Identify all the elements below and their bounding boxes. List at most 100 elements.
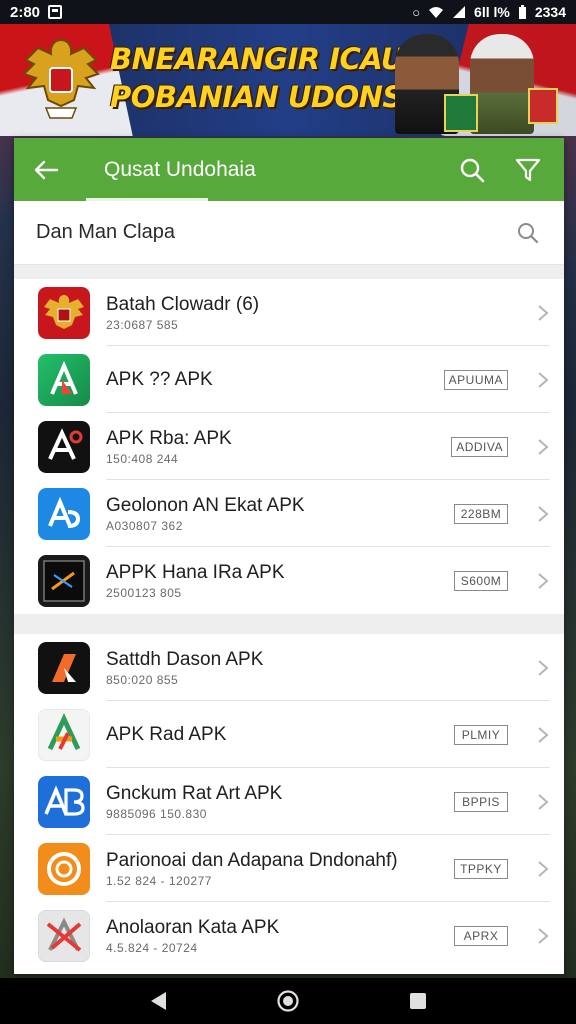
app-list-item[interactable]: APK Rad APK PLMIY <box>14 701 564 768</box>
app-list-item[interactable]: Parionoai dan Adapana Dndonahf) 1.52 824 … <box>14 835 564 902</box>
status-bar: 2:80 ○ 6ll l% 2334 <box>0 0 576 24</box>
blue-a-icon <box>38 487 90 540</box>
search-icon[interactable] <box>514 219 542 247</box>
app-list-item[interactable]: APPK Hana IRa APK 2500123 805 S600M <box>14 547 564 614</box>
app-list: Sattdh Dason APK 850:020 855 APK Rad APK PL… <box>14 634 564 969</box>
sd-card-icon <box>48 5 63 19</box>
app-list-item-text: Parionoai dan Adapana Dndonahf) 1.52 824 … <box>90 850 454 888</box>
dark-square-icon <box>38 554 90 607</box>
search-icon <box>460 158 485 182</box>
app-name: APK Rba: APK <box>106 427 232 449</box>
chevron-right-icon <box>528 371 558 389</box>
nav-recents-button[interactable] <box>398 981 438 1021</box>
app-panel: Qusat Undohaia Dan Man Clapa Batah Clowa… <box>14 138 564 974</box>
search-bar[interactable]: Dan Man Clapa <box>14 201 564 265</box>
nav-back-button[interactable] <box>138 981 178 1021</box>
signal-icon <box>453 6 466 18</box>
nav-home-button[interactable] <box>268 981 308 1021</box>
app-name: Batah Clowadr (6) <box>106 293 260 315</box>
app-list-item-text: APK Rba: APK 150:408 244 <box>90 428 451 466</box>
app-list-item-text: Geolonon AN Ekat APK A030807 362 <box>90 495 454 533</box>
app-name: APK Rad APK <box>106 723 227 745</box>
app-list-item-text: Batah Clowadr (6) 23:0687 585 <box>90 294 528 332</box>
app-tag-badge: TPPKY <box>454 858 508 879</box>
app-tag-badge: 228BM <box>454 503 508 524</box>
app-list: Batah Clowadr (6) 23:0687 585 APK ?? APK AP… <box>14 279 564 614</box>
app-list-item[interactable]: Sattdh Dason APK 850:020 855 <box>14 634 564 701</box>
chevron-right-icon <box>528 572 558 590</box>
rainbow-a-icon <box>38 708 90 761</box>
banner-title-line2: POBANIAN UDONSN! <box>110 80 440 114</box>
app-list-item-text: APK Rad APK <box>90 724 454 746</box>
app-tag-badge: ADDIVA <box>451 436 508 457</box>
search-button[interactable] <box>444 138 500 201</box>
garuda-icon <box>38 286 90 339</box>
app-list-item-text: APPK Hana IRa APK 2500123 805 <box>90 562 454 600</box>
battery-icon <box>518 4 526 19</box>
orange-slash-icon <box>38 641 90 694</box>
chevron-right-icon <box>528 304 558 322</box>
chevron-right-icon <box>528 505 558 523</box>
back-triangle-icon <box>151 992 166 1010</box>
section-divider <box>14 265 564 279</box>
app-name: Parionoai dan Adapana Dndonahf) <box>106 849 398 871</box>
app-meta: 9885096 150.830 <box>106 806 207 821</box>
app-name: APK ?? APK <box>106 368 213 390</box>
red-x-a-icon <box>38 909 90 962</box>
arrow-left-icon <box>34 160 59 179</box>
app-name: Geolonon AN Ekat APK <box>106 494 305 516</box>
app-name: Sattdh Dason APK <box>106 648 264 670</box>
app-tag-badge: S600M <box>454 570 508 591</box>
green-a-icon <box>38 353 90 406</box>
app-name: APPK Hana IRa APK <box>106 561 285 583</box>
app-list-item[interactable]: APK ?? APK APUUMA <box>14 346 564 413</box>
toolbar: Qusat Undohaia <box>14 138 564 201</box>
app-name: Anolaoran Kata APK <box>106 916 280 938</box>
app-meta: 1.52 824 - 120277 <box>106 873 212 888</box>
navigation-bar <box>0 978 576 1024</box>
app-list-item[interactable]: Batah Clowadr (6) 23:0687 585 <box>14 279 564 346</box>
app-name: Gnckum Rat Art APK <box>106 782 283 804</box>
app-list-item[interactable]: Anolaoran Kata APK 4.5.824 - 20724 APRX <box>14 902 564 969</box>
toolbar-title-tab[interactable]: Qusat Undohaia <box>78 138 444 201</box>
status-time: 2:80 <box>10 3 41 21</box>
chevron-right-icon <box>528 438 558 456</box>
app-tag-badge: APUUMA <box>443 369 508 390</box>
promo-banner[interactable]: BNEARANGIR ICAUAN POBANIAN UDONSN! <box>0 24 576 136</box>
app-list-item-text: Gnckum Rat Art APK 9885096 150.830 <box>90 783 454 821</box>
status-clock: 2334 <box>534 4 566 20</box>
app-meta: 2500123 805 <box>106 585 182 600</box>
alarm-icon: ○ <box>412 4 421 20</box>
status-network: 6ll l% <box>474 4 510 20</box>
badge-decoration <box>528 88 558 124</box>
app-list-item[interactable]: APK Rba: APK 150:408 244 ADDIVA <box>14 413 564 480</box>
home-circle-icon <box>277 990 299 1012</box>
app-list-item-text: Anolaoran Kata APK 4.5.824 - 20724 <box>90 917 454 955</box>
back-button[interactable] <box>14 138 78 201</box>
active-tab-indicator <box>86 198 208 201</box>
chevron-right-icon <box>528 659 558 677</box>
filter-button[interactable] <box>500 138 556 201</box>
blue-ab-icon <box>38 775 90 828</box>
app-list-item-text: APK ?? APK <box>90 369 444 391</box>
app-meta: 150:408 244 <box>106 451 179 466</box>
filter-icon <box>515 158 541 181</box>
app-meta: A030807 362 <box>106 518 183 533</box>
black-a-icon <box>38 420 90 473</box>
chevron-right-icon <box>528 726 558 744</box>
orange-ring-icon <box>38 842 90 895</box>
app-list-item[interactable]: Geolonon AN Ekat APK A030807 362 228BM <box>14 480 564 547</box>
app-list-item-text: Sattdh Dason APK 850:020 855 <box>90 649 528 687</box>
app-tag-badge: APRX <box>454 925 508 946</box>
chevron-right-icon <box>528 860 558 878</box>
app-meta: 4.5.824 - 20724 <box>106 940 198 955</box>
app-meta: 850:020 855 <box>106 672 179 687</box>
app-meta: 23:0687 585 <box>106 317 179 332</box>
search-query[interactable]: Dan Man Clapa <box>36 221 514 244</box>
wifi-icon <box>429 7 444 18</box>
banner-title-line1: BNEARANGIR ICAUAN <box>110 42 449 76</box>
section-divider <box>14 614 564 634</box>
chevron-right-icon <box>528 927 558 945</box>
recents-square-icon <box>410 993 426 1009</box>
app-list-item[interactable]: Gnckum Rat Art APK 9885096 150.830 BPPIS <box>14 768 564 835</box>
